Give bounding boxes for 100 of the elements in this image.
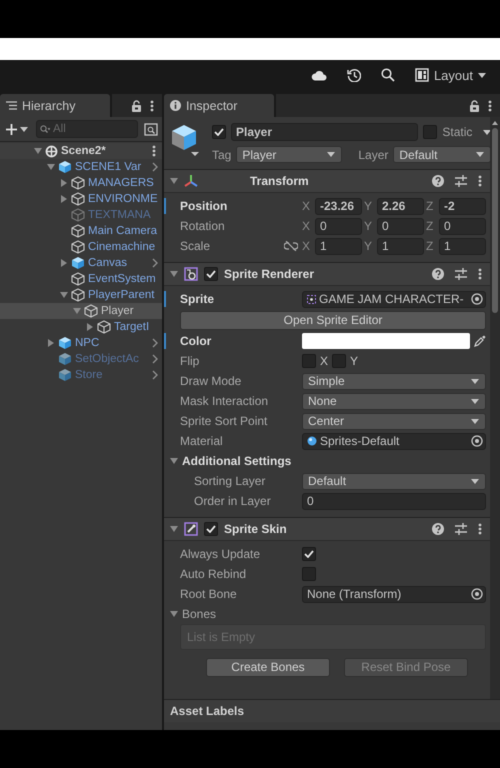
prefab-cube-icon: [58, 336, 72, 350]
number-field[interactable]: 1: [377, 238, 424, 254]
presets-icon: [455, 175, 467, 187]
caret-icon: [471, 398, 479, 404]
sprite-icon: [307, 294, 316, 304]
axis-label: Z: [426, 199, 434, 213]
component-header[interactable]: Sprite Renderer: [164, 262, 490, 286]
object-picker-icon: [471, 435, 483, 447]
presets-icon: [455, 268, 467, 280]
field-label: Sprite Sort Point: [180, 414, 268, 428]
cube-icon: [71, 272, 85, 286]
dropdown[interactable]: Center: [302, 412, 486, 430]
cube-icon: [71, 240, 85, 254]
asset-labels-header: Asset Labels: [164, 699, 500, 722]
hierarchy-tab[interactable]: Hierarchy: [0, 94, 110, 117]
tree-item[interactable]: Canvas: [0, 255, 162, 271]
axis-label: X: [302, 219, 312, 233]
component-header[interactable]: Sprite Skin: [164, 517, 490, 541]
sprite-skin-icon: [184, 522, 198, 536]
field-label: Rotation: [180, 219, 225, 233]
checkbox[interactable]: [332, 354, 346, 368]
cube-icon: [97, 320, 111, 334]
active-checkbox[interactable]: [212, 125, 226, 139]
dropdown[interactable]: Default: [302, 472, 486, 490]
more-icon: [478, 523, 482, 535]
number-field[interactable]: 0: [302, 492, 486, 510]
lock-icon: [469, 100, 480, 112]
more-icon: [478, 268, 482, 280]
search-icon: [40, 125, 50, 133]
axis-label: Y: [364, 219, 374, 233]
checkbox[interactable]: [302, 547, 316, 561]
list-icon: [6, 101, 17, 110]
dropdown[interactable]: Default: [393, 146, 490, 163]
number-field[interactable]: 0: [315, 218, 362, 234]
field-label: Auto Rebind: [180, 567, 248, 581]
tree-item[interactable]: EventSystem: [0, 271, 162, 287]
foldout[interactable]: Bones: [170, 607, 216, 621]
axis-label: X: [320, 354, 328, 368]
field-label: Order in Layer: [194, 494, 272, 508]
inspector-tab[interactable]: Inspector: [164, 94, 274, 117]
checkbox[interactable]: [302, 567, 316, 581]
number-field[interactable]: 0: [439, 218, 486, 234]
layout-button[interactable]: Layout: [414, 68, 486, 82]
tree-item[interactable]: NPC: [0, 335, 162, 351]
cube-icon: [71, 208, 85, 222]
tree-item[interactable]: ENVIRONME: [0, 191, 162, 207]
prefab-cube-icon: [58, 160, 72, 174]
transform-axes-icon: [184, 174, 198, 188]
scrollbar-thumb[interactable]: [492, 128, 498, 313]
tree-item[interactable]: Cinemachine: [0, 239, 162, 255]
scene-icon: [45, 144, 58, 158]
object-field[interactable]: Sprites-Default: [302, 432, 486, 450]
axis-label: Z: [426, 219, 434, 233]
dropdown[interactable]: Player: [236, 146, 342, 163]
object-picker-icon: [471, 293, 483, 305]
axis-label: Y: [350, 354, 358, 368]
enabled-checkbox[interactable]: [204, 522, 218, 536]
cloud-icon: [310, 69, 327, 81]
tree-item[interactable]: TargetI: [0, 319, 162, 335]
tree-item[interactable]: MANAGERS: [0, 175, 162, 191]
checkbox[interactable]: [302, 354, 316, 368]
field-label: Sprite: [180, 292, 216, 306]
object-field[interactable]: GAME JAM CHARACTER-: [302, 290, 486, 308]
name-field[interactable]: Player: [231, 123, 418, 141]
prefab-cube-icon: [58, 352, 72, 366]
tree-item[interactable]: Player: [0, 303, 162, 319]
tree-item[interactable]: Main Camera: [0, 223, 162, 239]
number-field[interactable]: 1: [315, 238, 362, 254]
prefab-cube-icon: [58, 368, 72, 382]
field-label: Color: [180, 334, 212, 348]
caret-icon: [327, 152, 336, 157]
scene-header[interactable]: Scene2*: [0, 143, 162, 159]
dropdown[interactable]: None: [302, 392, 486, 410]
tree-item[interactable]: PlayerParent: [0, 287, 162, 303]
open-editor-button[interactable]: Open Sprite Editor: [180, 310, 486, 330]
number-field[interactable]: 1: [439, 238, 486, 254]
component-header[interactable]: Transform: [164, 169, 490, 193]
field-label: Layer: [358, 148, 388, 162]
number-field[interactable]: -2: [439, 198, 486, 214]
static-checkbox[interactable]: [423, 125, 438, 139]
number-field[interactable]: -23.26: [315, 198, 362, 214]
prefab-cube-icon: [71, 256, 85, 270]
foldout[interactable]: Additional Settings: [170, 454, 292, 468]
more-icon: [488, 100, 492, 112]
axis-label: Z: [426, 239, 434, 253]
action-button[interactable]: Create Bones: [206, 658, 330, 676]
dropdown[interactable]: Simple: [302, 372, 486, 390]
presets-icon: [455, 523, 467, 535]
scene-search-button[interactable]: [144, 122, 158, 136]
help-icon: [432, 268, 444, 280]
number-field[interactable]: 0: [377, 218, 424, 234]
enabled-checkbox[interactable]: [204, 267, 218, 281]
chevron-right-icon: [152, 258, 158, 268]
more-icon: [152, 145, 156, 157]
color-swatch[interactable]: [302, 333, 470, 349]
tree-item[interactable]: SCENE1 Var: [0, 159, 162, 175]
caret-icon: [478, 72, 486, 78]
field-label: Position: [180, 199, 228, 213]
object-field[interactable]: None (Transform): [302, 586, 486, 602]
number-field[interactable]: 2.26: [377, 198, 424, 214]
